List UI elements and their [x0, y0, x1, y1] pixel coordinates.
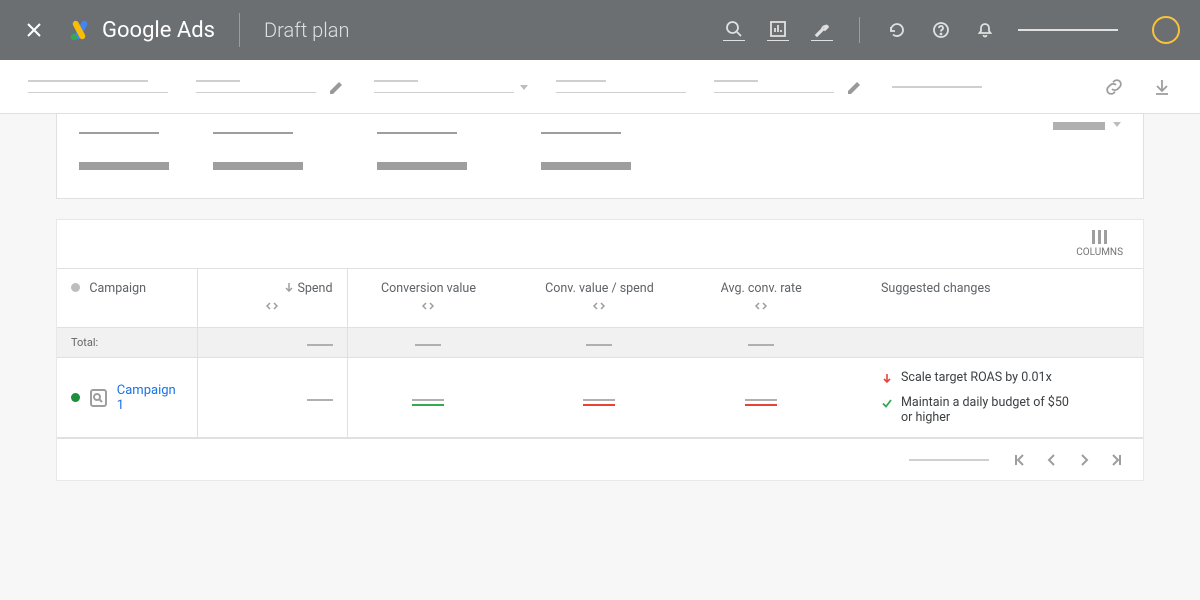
- edit-pencil-icon[interactable]: [328, 78, 346, 96]
- table-toolbar: COLUMNS: [57, 220, 1143, 268]
- campaign-link[interactable]: Campaign 1: [117, 383, 183, 413]
- page-title: Draft plan: [264, 18, 349, 42]
- table-footer: [57, 438, 1143, 480]
- brand-logo: Google Ads: [68, 18, 215, 43]
- header-divider-2: [859, 17, 860, 43]
- header-actions: [723, 16, 1180, 44]
- columns-label: COLUMNS: [1076, 247, 1123, 258]
- chevron-down-icon: [1113, 122, 1121, 127]
- rows-per-page-placeholder[interactable]: [909, 459, 989, 461]
- arrow-down-icon: [881, 372, 893, 384]
- metrics-summary-card: [56, 114, 1144, 199]
- search-campaign-icon: [90, 389, 107, 407]
- brand-name: Google Ads: [102, 18, 215, 43]
- help-icon[interactable]: [930, 19, 952, 41]
- col-spend[interactable]: Spend: [197, 269, 347, 328]
- field-placeholder-5: [892, 86, 982, 88]
- content-area: COLUMNS Campaign Spend Conversion v: [0, 114, 1200, 600]
- top-header: Google Ads Draft plan: [0, 0, 1200, 60]
- expand-icon: [420, 300, 436, 315]
- campaigns-table: Campaign Spend Conversion value Conv. va…: [57, 268, 1143, 438]
- metric-placeholder: [541, 132, 631, 170]
- account-placeholder[interactable]: [1018, 29, 1118, 31]
- metric-placeholder: [79, 132, 169, 170]
- suggestion-text: Maintain a daily budget of $50 or higher: [901, 395, 1071, 425]
- reports-icon[interactable]: [767, 19, 789, 41]
- campaigns-table-card: COLUMNS Campaign Spend Conversion v: [56, 219, 1144, 481]
- total-row: Total:: [57, 328, 1143, 358]
- refresh-icon[interactable]: [886, 19, 908, 41]
- status-dot-icon: [71, 283, 80, 292]
- sub-toolbar: [0, 60, 1200, 114]
- columns-button[interactable]: COLUMNS: [1076, 230, 1123, 258]
- notifications-icon[interactable]: [974, 19, 996, 41]
- col-conv-value[interactable]: Conversion value: [347, 269, 509, 328]
- first-page-icon[interactable]: [1013, 450, 1027, 470]
- field-placeholder-4: [714, 80, 834, 93]
- avatar[interactable]: [1152, 16, 1180, 44]
- col-conv-value-spend[interactable]: Conv. value / spend: [509, 269, 689, 328]
- prev-page-icon[interactable]: [1045, 450, 1059, 470]
- edit-pencil-icon-2[interactable]: [846, 78, 864, 96]
- field-placeholder-2: [196, 80, 316, 93]
- expand-icon: [753, 300, 769, 315]
- field-placeholder-1: [28, 80, 168, 93]
- chevron-down-icon: [520, 85, 528, 90]
- google-ads-logo-icon: [68, 18, 92, 42]
- col-campaign[interactable]: Campaign: [57, 269, 197, 328]
- table-row: Campaign 1 Scale target: [57, 358, 1143, 438]
- suggested-changes: Scale target ROAS by 0.01x Maintain a da…: [881, 370, 1129, 425]
- metric-placeholder: [213, 132, 303, 170]
- close-icon[interactable]: [20, 16, 48, 44]
- metric-placeholder: [377, 132, 467, 170]
- suggestion-text: Scale target ROAS by 0.01x: [901, 370, 1052, 385]
- next-page-icon[interactable]: [1077, 450, 1091, 470]
- sort-down-icon: [284, 281, 294, 296]
- header-divider: [239, 13, 240, 47]
- last-page-icon[interactable]: [1109, 450, 1123, 470]
- check-icon: [881, 397, 893, 409]
- link-icon[interactable]: [1104, 77, 1124, 97]
- expand-icon: [591, 300, 607, 315]
- metrics-dropdown[interactable]: [1053, 122, 1121, 130]
- expand-icon: [264, 300, 280, 315]
- col-suggested[interactable]: Suggested changes: [833, 269, 1143, 328]
- search-icon[interactable]: [723, 19, 745, 41]
- download-icon[interactable]: [1152, 77, 1172, 97]
- col-avg-conv-rate[interactable]: Avg. conv. rate: [689, 269, 833, 328]
- field-placeholder-3: [556, 80, 686, 93]
- tools-icon[interactable]: [811, 19, 833, 41]
- status-enabled-icon: [71, 393, 80, 402]
- select-placeholder[interactable]: [374, 80, 528, 93]
